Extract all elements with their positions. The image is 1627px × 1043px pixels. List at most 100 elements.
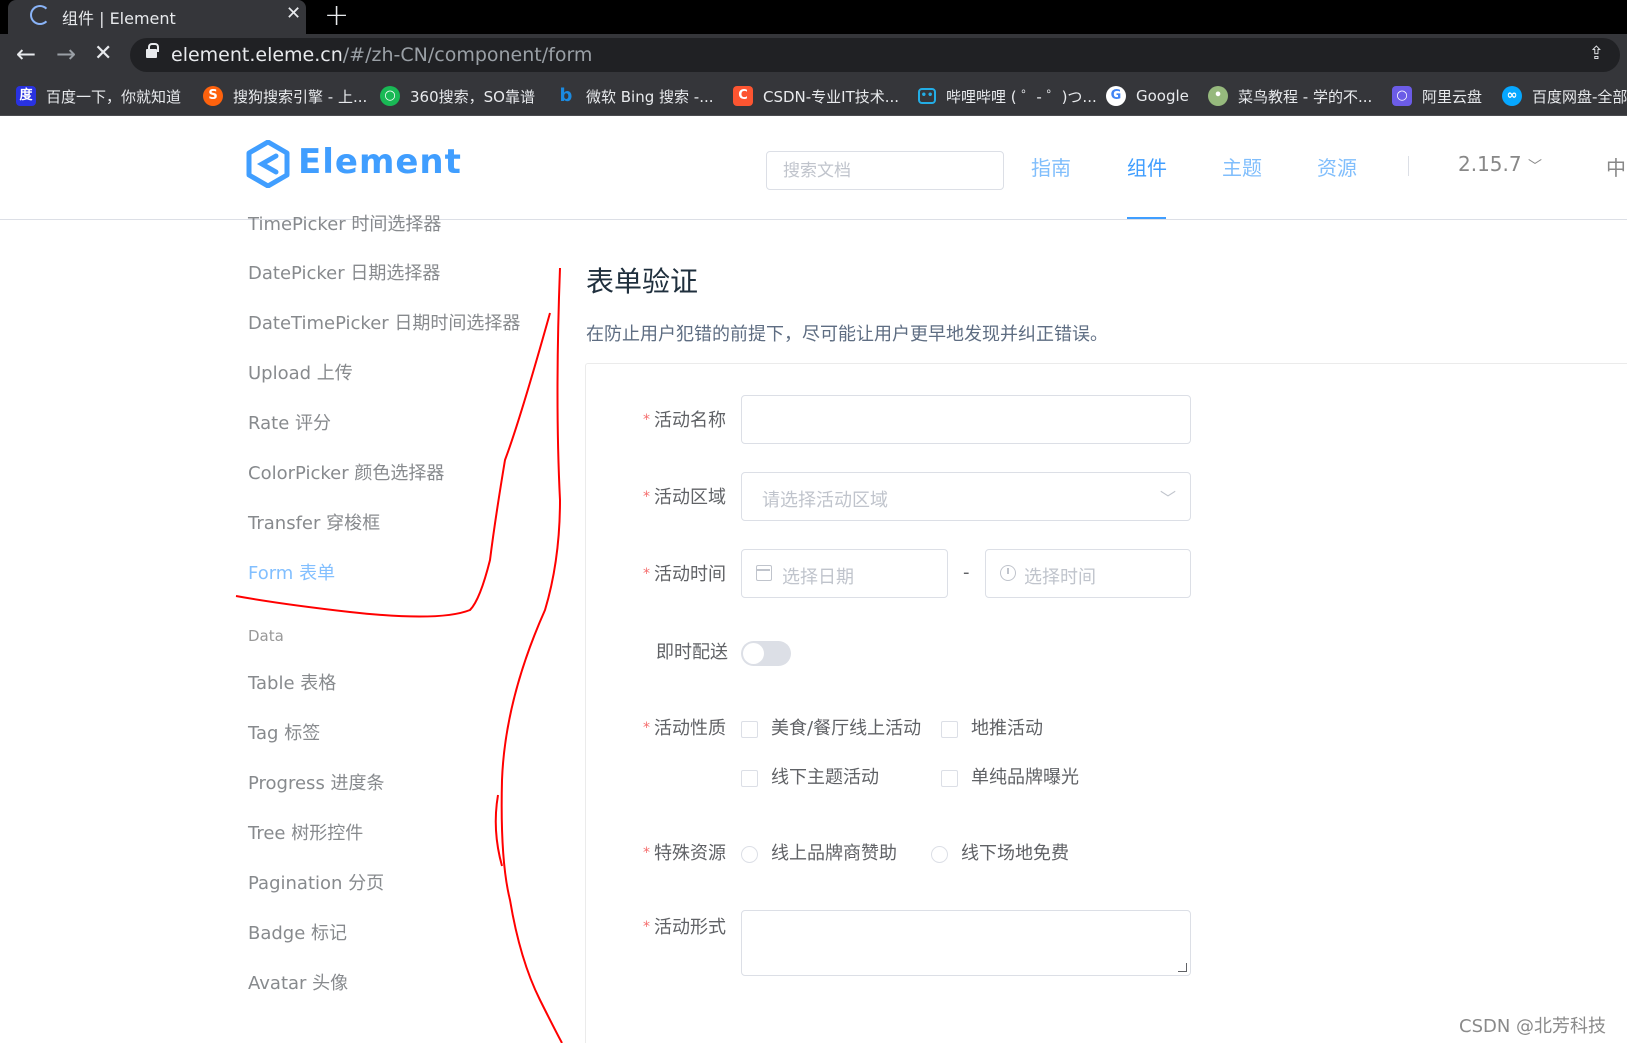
chevron-down-icon[interactable]: ﹀: [1528, 156, 1542, 176]
checkbox-label[interactable]: 线下主题活动: [771, 763, 879, 789]
bookmark-label: 360搜索，SO靠谱: [410, 87, 535, 106]
bing-icon: b: [559, 85, 573, 106]
sidebar-item-badge[interactable]: Badge 标记: [248, 919, 347, 945]
browser-tab-strip: 组件 | Element ✕ +: [0, 0, 1627, 34]
bilibili-icon: ••: [918, 88, 936, 104]
bookmark-label: 搜狗搜索引擎 - 上...: [233, 87, 368, 106]
address-toolbar: ← → ✕ element.eleme.cn/#/zh-CN/component…: [0, 34, 1627, 76]
bookmark-label: 哔哩哔哩 ( ゜- ゜)つ...: [946, 87, 1097, 106]
language-switch[interactable]: 中: [1606, 152, 1626, 181]
sidebar-item-progress[interactable]: Progress 进度条: [248, 769, 385, 795]
radio-label[interactable]: 线上品牌商赞助: [771, 839, 897, 865]
site-header: Element 指南 组件 主题 资源 2.15.7 ﹀ 中: [0, 116, 1627, 220]
bookmark-item[interactable]: ○ 阿里云盘: [1392, 85, 1482, 107]
checkbox-brand-exposure[interactable]: [941, 770, 958, 787]
sidebar-item-timepicker[interactable]: TimePicker 时间选择器: [248, 210, 441, 236]
tab-close-icon[interactable]: ✕: [286, 3, 301, 24]
resize-handle-icon[interactable]: [1178, 963, 1187, 972]
so360-icon: ○: [380, 86, 400, 106]
logo-text[interactable]: Element: [298, 142, 462, 182]
back-arrow-icon[interactable]: ←: [16, 40, 36, 68]
instant-delivery-switch[interactable]: [741, 641, 791, 666]
date-picker-input[interactable]: 选择日期: [741, 549, 948, 598]
nav-divider: [1408, 156, 1409, 176]
sidebar-item-pagination[interactable]: Pagination 分页: [248, 869, 384, 895]
checkbox-label[interactable]: 美食/餐厅线上活动: [771, 714, 921, 740]
sidebar-group-data: Data: [248, 627, 284, 645]
bookmark-item[interactable]: G Google: [1106, 85, 1189, 107]
nav-component[interactable]: 组件: [1127, 152, 1167, 181]
section-title: 表单验证: [586, 265, 699, 298]
required-mark: *: [643, 566, 650, 582]
bookmark-item[interactable]: b 微软 Bing 搜索 -...: [556, 85, 714, 107]
nav-theme[interactable]: 主题: [1222, 152, 1262, 181]
required-mark: *: [643, 720, 650, 736]
sidebar-item-datepicker[interactable]: DatePicker 日期选择器: [248, 259, 440, 285]
label-text: 活动形式: [654, 917, 726, 938]
bookmark-item[interactable]: •• 哔哩哔哩 ( ゜- ゜)つ...: [918, 85, 1097, 107]
sidebar-item-tree[interactable]: Tree 树形控件: [248, 819, 363, 845]
checkbox-ground-promo[interactable]: [941, 721, 958, 738]
activity-form-textarea[interactable]: [741, 910, 1191, 976]
forward-arrow-icon[interactable]: →: [56, 40, 76, 68]
doc-search-input[interactable]: [766, 151, 1004, 190]
radio-label[interactable]: 线下场地免费: [961, 839, 1069, 865]
date-placeholder: 选择日期: [782, 567, 854, 588]
checkbox-offline-theme[interactable]: [741, 770, 758, 787]
sidebar-item-avatar[interactable]: Avatar 头像: [248, 969, 348, 995]
radio-online-sponsor[interactable]: [741, 846, 758, 863]
bookmark-item[interactable]: ∞ 百度网盘-全部: [1502, 85, 1627, 107]
sidebar-item-table[interactable]: Table 表格: [248, 669, 336, 695]
time-picker-input[interactable]: 选择时间: [985, 549, 1191, 598]
sidebar-item-datetimepicker[interactable]: DateTimePicker 日期时间选择器: [248, 309, 520, 335]
bookmark-item[interactable]: C CSDN-专业IT技术...: [733, 85, 899, 107]
sidebar-item-transfer[interactable]: Transfer 穿梭框: [248, 509, 380, 535]
version-select[interactable]: 2.15.7: [1458, 152, 1522, 176]
bookmark-label: 微软 Bing 搜索 -...: [586, 87, 714, 106]
radio-offline-venue[interactable]: [931, 846, 948, 863]
url-text[interactable]: element.eleme.cn/#/zh-CN/component/form: [171, 44, 592, 66]
bookmark-label: 百度网盘-全部: [1532, 87, 1627, 106]
lock-icon: [146, 43, 159, 58]
activity-name-input[interactable]: [741, 395, 1191, 444]
required-mark: *: [643, 919, 650, 935]
browser-tab-active[interactable]: 组件 | Element ✕: [8, 0, 306, 34]
bookmark-item[interactable]: 度百度一下，你就知道: [16, 85, 181, 107]
region-placeholder: 请选择活动区域: [762, 490, 888, 511]
nav-guide[interactable]: 指南: [1031, 152, 1071, 181]
sogou-icon: S: [203, 86, 223, 106]
checkbox-label[interactable]: 单纯品牌曝光: [971, 763, 1079, 789]
element-logo-icon[interactable]: [246, 140, 290, 188]
nav-active-underline: [1127, 217, 1166, 219]
bookmark-item[interactable]: ○ 360搜索，SO靠谱: [380, 85, 535, 107]
form-label-desc: * 活动形式: [643, 913, 726, 939]
checkbox-online-activity[interactable]: [741, 721, 758, 738]
sidebar-item-colorpicker[interactable]: ColorPicker 颜色选择器: [248, 459, 444, 485]
bookmarks-bar: 度百度一下，你就知道 S 搜狗搜索引擎 - 上... ○ 360搜索，SO靠谱 b微…: [0, 76, 1627, 116]
clock-icon: [1000, 565, 1016, 581]
sidebar-item-form[interactable]: Form 表单: [248, 559, 335, 585]
activity-region-select[interactable]: 请选择活动区域 ﹀: [741, 472, 1191, 521]
bookmark-item[interactable]: • 菜鸟教程 - 学的不...: [1208, 85, 1372, 107]
sidebar-item-upload[interactable]: Upload 上传: [248, 359, 353, 385]
url-bar[interactable]: element.eleme.cn/#/zh-CN/component/form …: [130, 38, 1620, 72]
bookmark-item[interactable]: S 搜狗搜索引擎 - 上...: [203, 85, 367, 107]
baidu-icon: 度: [16, 86, 36, 106]
google-icon: G: [1106, 86, 1126, 106]
stop-loading-icon[interactable]: ✕: [94, 41, 112, 66]
new-tab-plus-icon[interactable]: +: [324, 0, 349, 33]
checkbox-label[interactable]: 地推活动: [971, 714, 1043, 740]
label-text: 活动性质: [654, 718, 726, 739]
sidebar-item-tag[interactable]: Tag 标签: [248, 719, 320, 745]
section-description: 在防止用户犯错的前提下，尽可能让用户更早地发现并纠正错误。: [586, 324, 1108, 345]
form-label-type: * 活动性质: [643, 714, 726, 740]
share-icon[interactable]: ⇪: [1589, 43, 1604, 64]
sidebar-item-rate[interactable]: Rate 评分: [248, 409, 331, 435]
required-mark: *: [643, 489, 650, 505]
bookmark-label: 百度一下，你就知道: [46, 87, 182, 106]
nav-resource[interactable]: 资源: [1317, 152, 1357, 181]
chevron-down-icon: ﹀: [1159, 489, 1176, 508]
form-label-time: * 活动时间: [643, 560, 726, 586]
bookmark-label: CSDN-专业IT技术...: [763, 87, 900, 106]
bookmark-label: 菜鸟教程 - 学的不...: [1238, 87, 1373, 106]
